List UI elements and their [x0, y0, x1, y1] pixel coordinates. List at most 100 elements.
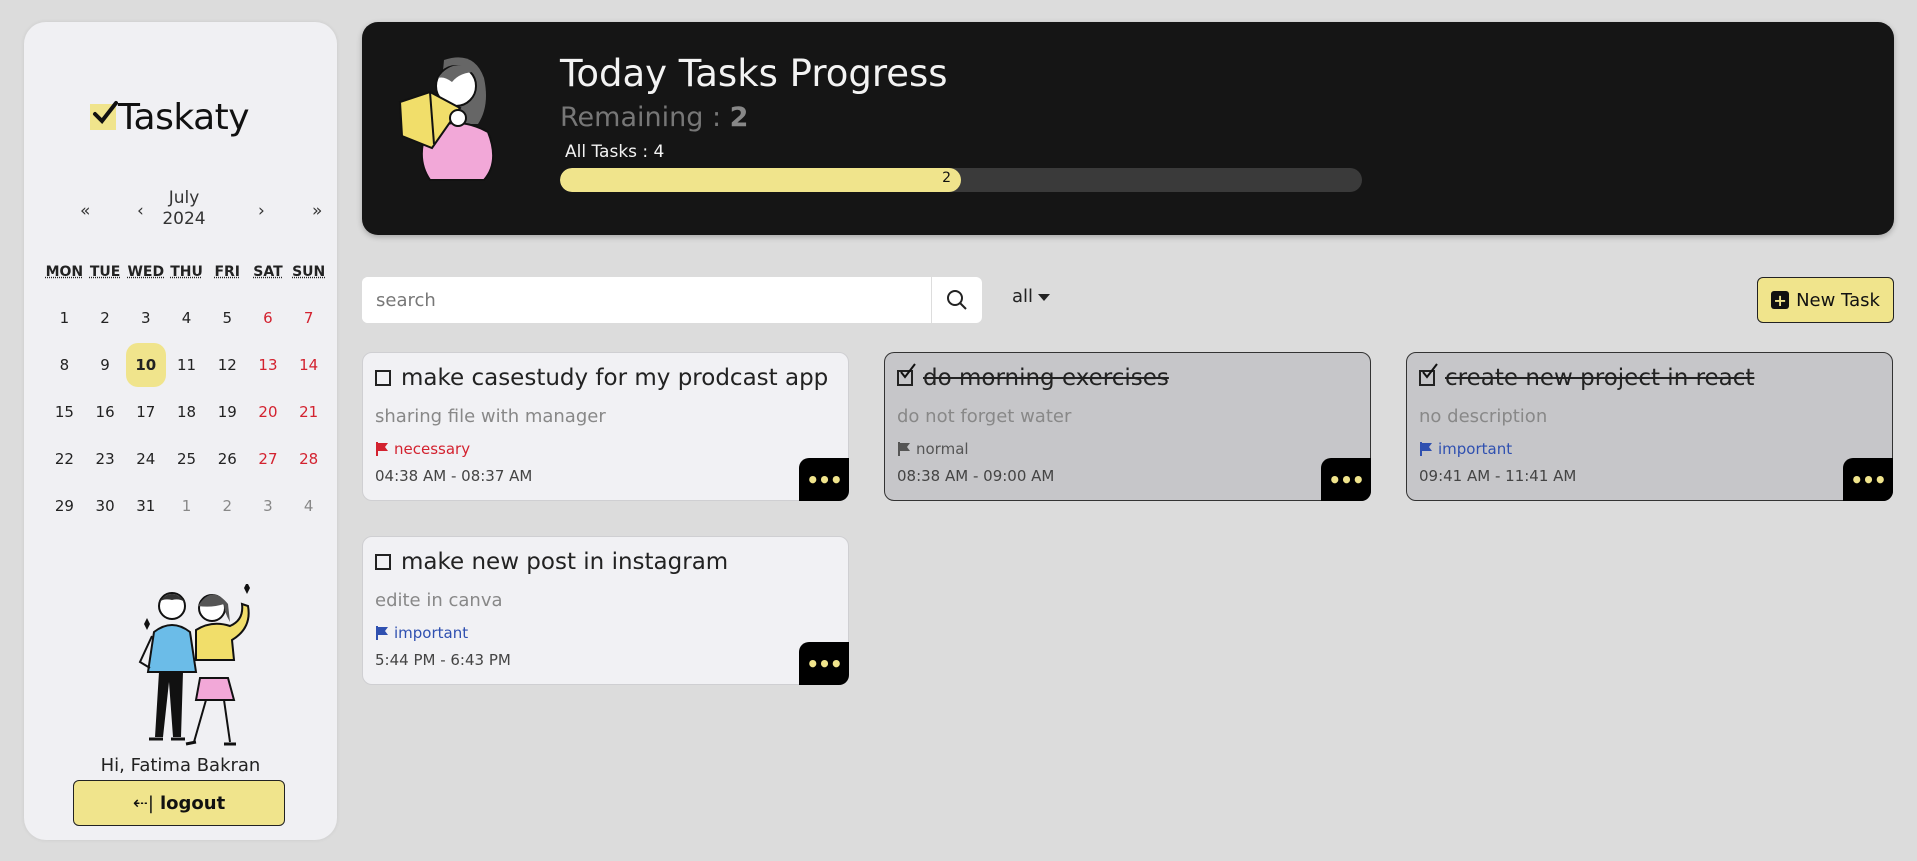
- progress-bar: 2: [560, 168, 1362, 192]
- logout-label: logout: [159, 792, 226, 814]
- calendar-day[interactable]: 15: [44, 388, 85, 435]
- task-card: make new post in instagram edite in canva…: [362, 536, 849, 685]
- calendar-week-row: 29 30 31 1 2 3 4: [44, 482, 329, 529]
- calendar-day[interactable]: 7: [288, 294, 329, 341]
- task-title-text: make new post in instagram: [401, 549, 729, 575]
- task-menu-button[interactable]: •••: [799, 642, 849, 685]
- remaining-count: Remaining : 2: [560, 102, 748, 133]
- remaining-label: Remaining :: [560, 102, 730, 133]
- task-title-text: create new project in react: [1445, 365, 1755, 391]
- calendar-month-label[interactable]: July 2024: [154, 188, 214, 230]
- task-title-text: make casestudy for my prodcast app: [401, 365, 829, 391]
- more-icon: •••: [1328, 467, 1364, 492]
- weekday-label: WED: [127, 264, 165, 280]
- calendar-day[interactable]: 3: [125, 294, 166, 341]
- calendar-day[interactable]: 10: [125, 341, 166, 388]
- calendar-day[interactable]: 1: [44, 294, 85, 341]
- banner-title: Today Tasks Progress: [560, 52, 948, 95]
- calendar-day[interactable]: 28: [288, 435, 329, 482]
- calendar-next-month-button[interactable]: ›: [258, 201, 265, 221]
- calendar-day[interactable]: 20: [248, 388, 289, 435]
- calendar-day[interactable]: 24: [125, 435, 166, 482]
- filter-dropdown[interactable]: all: [1012, 286, 1051, 307]
- task-menu-button[interactable]: •••: [799, 458, 849, 501]
- task-checkbox[interactable]: [375, 370, 391, 386]
- search-button[interactable]: [931, 277, 982, 323]
- task-time: 04:38 AM - 08:37 AM: [375, 467, 533, 485]
- calendar-day[interactable]: 11: [166, 341, 207, 388]
- new-task-button[interactable]: + New Task: [1757, 277, 1894, 323]
- task-checkbox[interactable]: [375, 554, 391, 570]
- calendar-day[interactable]: 12: [207, 341, 248, 388]
- calendar-day[interactable]: 13: [248, 341, 289, 388]
- calendar-day[interactable]: 25: [166, 435, 207, 482]
- more-icon: •••: [806, 467, 842, 492]
- calendar-day[interactable]: 3: [248, 482, 289, 529]
- task-description: do not forget water: [897, 406, 1072, 427]
- logout-icon: ⇠|: [132, 792, 154, 814]
- calendar-prev-month-button[interactable]: ‹: [137, 201, 144, 221]
- calendar-day[interactable]: 23: [85, 435, 126, 482]
- task-card: create new project in react no descriptio…: [1406, 352, 1893, 501]
- task-checkbox[interactable]: [897, 363, 916, 386]
- calendar-prev-year-button[interactable]: «: [80, 201, 90, 221]
- task-priority: important: [375, 624, 468, 642]
- search-input[interactable]: [362, 277, 931, 323]
- calendar-day[interactable]: 5: [207, 294, 248, 341]
- calendar-day[interactable]: 9: [85, 341, 126, 388]
- calendar-day[interactable]: 26: [207, 435, 248, 482]
- calendar-day[interactable]: 4: [166, 294, 207, 341]
- sidebar: Taskaty « ‹ July 2024 › » MON TUE WED THU FR…: [24, 22, 337, 840]
- progress-banner: Today Tasks Progress Remaining : 2 All T…: [362, 22, 1894, 235]
- more-icon: •••: [1850, 467, 1886, 492]
- calendar-day[interactable]: 31: [125, 482, 166, 529]
- calendar-day[interactable]: 1: [166, 482, 207, 529]
- calendar-day[interactable]: 22: [44, 435, 85, 482]
- task-time: 08:38 AM - 09:00 AM: [897, 467, 1055, 485]
- calendar-day[interactable]: 6: [248, 294, 289, 341]
- calendar-day[interactable]: 17: [125, 388, 166, 435]
- calendar-day[interactable]: 21: [288, 388, 329, 435]
- task-description: no description: [1419, 406, 1548, 427]
- new-task-label: New Task: [1796, 289, 1880, 311]
- logout-button[interactable]: ⇠| logout: [73, 780, 285, 826]
- task-title-text: do morning exercises: [923, 365, 1169, 391]
- calendar-day[interactable]: 19: [207, 388, 248, 435]
- calendar-day[interactable]: 8: [44, 341, 85, 388]
- task-priority-label: important: [1438, 440, 1513, 458]
- flag-icon: [1420, 442, 1432, 456]
- task-time: 09:41 AM - 11:41 AM: [1419, 467, 1577, 485]
- weekday-label: SUN: [292, 264, 326, 280]
- calendar-day[interactable]: 2: [85, 294, 126, 341]
- calendar-day[interactable]: 30: [85, 482, 126, 529]
- search-icon: [947, 290, 967, 310]
- task-menu-button[interactable]: •••: [1321, 458, 1371, 501]
- task-title: create new project in react: [1419, 363, 1755, 391]
- progress-bar-fill: 2: [560, 168, 961, 192]
- calendar-day[interactable]: 14: [288, 341, 329, 388]
- weekday-label: MON: [45, 264, 84, 280]
- calendar-week-row: 22 23 24 25 26 27 28: [44, 435, 329, 482]
- weekday-label: SAT: [253, 264, 283, 280]
- calendar-day[interactable]: 16: [85, 388, 126, 435]
- calendar-day[interactable]: 18: [166, 388, 207, 435]
- more-icon: •••: [806, 651, 842, 676]
- task-menu-button[interactable]: •••: [1843, 458, 1893, 501]
- calendar-day[interactable]: 27: [248, 435, 289, 482]
- flag-icon: [376, 442, 388, 456]
- calendar-next-year-button[interactable]: »: [312, 201, 322, 221]
- calendar-day[interactable]: 4: [288, 482, 329, 529]
- friends-illustration: [134, 582, 264, 753]
- plus-icon: +: [1771, 291, 1790, 310]
- task-title: do morning exercises: [897, 363, 1169, 391]
- calendar-day[interactable]: 2: [207, 482, 248, 529]
- task-priority: important: [1419, 440, 1512, 458]
- task-description: edite in canva: [375, 590, 503, 611]
- task-card: do morning exercises do not forget water n…: [884, 352, 1371, 501]
- calendar-year: 2024: [162, 209, 206, 229]
- calendar-day[interactable]: 29: [44, 482, 85, 529]
- task-title: make casestudy for my prodcast app: [375, 365, 828, 391]
- task-checkbox[interactable]: [1419, 363, 1438, 386]
- calendar-navigation: « ‹ July 2024 › »: [44, 184, 322, 244]
- task-priority-label: necessary: [394, 440, 471, 458]
